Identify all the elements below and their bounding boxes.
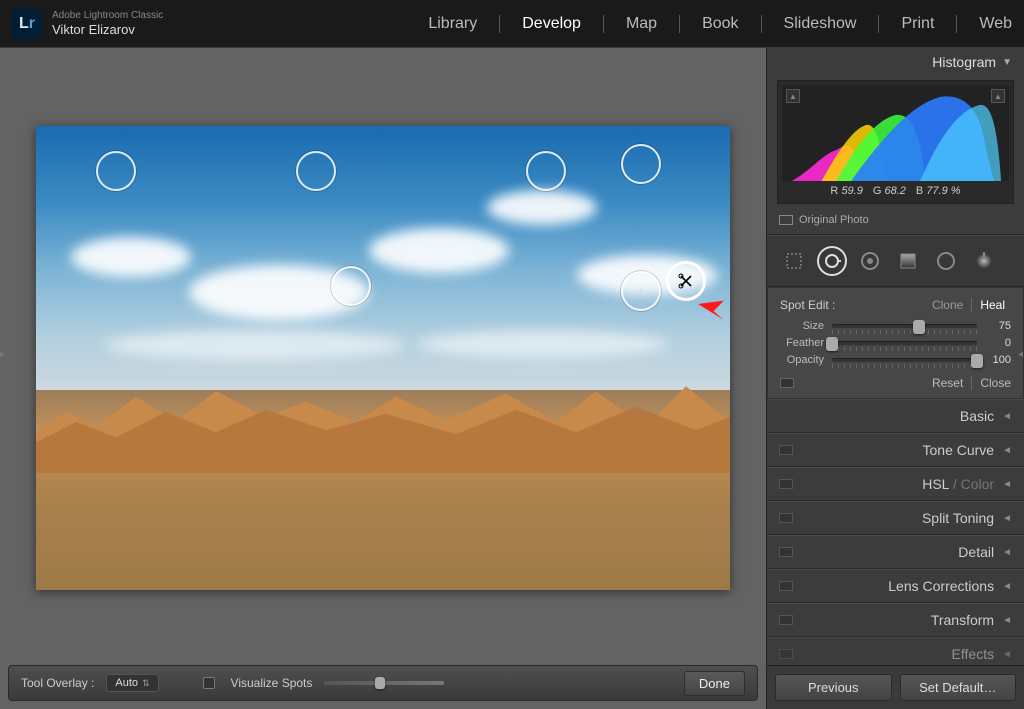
spot-removal-tool[interactable] (817, 246, 847, 276)
shadow-clipping-toggle[interactable]: ▲ (786, 89, 800, 103)
histogram-canvas[interactable]: ▲ ▲ (782, 85, 1009, 181)
section-basic[interactable]: Basic◄ (767, 399, 1024, 433)
opacity-value[interactable]: 100 (985, 354, 1011, 366)
module-map[interactable]: Map (626, 15, 657, 33)
user-name: Viktor Elizarov (52, 22, 163, 38)
visualize-spots-checkbox[interactable] (203, 677, 215, 689)
spot-panel-switch[interactable] (780, 378, 794, 388)
visualize-spots-label: Visualize Spots (231, 676, 313, 690)
size-value[interactable]: 75 (985, 320, 1011, 332)
tool-overlay-select[interactable]: Auto (106, 674, 158, 692)
section-hsl-color[interactable]: HSL / Color◄ (767, 467, 1024, 501)
previous-button[interactable]: Previous (775, 674, 892, 701)
module-web[interactable]: Web (979, 15, 1012, 33)
tone-curve-switch[interactable] (779, 445, 793, 455)
rgb-readout: R 59.9 G 68.2 B 77.9 % (782, 181, 1009, 199)
heal-spot-marker[interactable] (296, 151, 336, 191)
module-picker: Library Develop Map Book Slideshow Print… (428, 15, 1012, 33)
heal-spot-marker[interactable] (526, 151, 566, 191)
module-book[interactable]: Book (702, 15, 738, 33)
module-library[interactable]: Library (428, 15, 477, 33)
heal-source-marker[interactable] (621, 271, 661, 311)
effects-switch[interactable] (779, 649, 793, 659)
highlight-clipping-toggle[interactable]: ▲ (991, 89, 1005, 103)
spot-edit-title: Spot Edit : (780, 298, 835, 312)
module-slideshow[interactable]: Slideshow (784, 15, 857, 33)
image-viewport: Tool Overlay : Auto Visualize Spots Done (0, 48, 766, 709)
app-logo: Lr (12, 9, 42, 39)
visualize-threshold-slider[interactable] (324, 681, 444, 685)
histogram-header[interactable]: Histogram ▼ (767, 48, 1024, 76)
transform-switch[interactable] (779, 615, 793, 625)
right-footer: Previous Set Default… (767, 665, 1024, 709)
section-effects[interactable]: Effects◄ (767, 637, 1024, 665)
lens-switch[interactable] (779, 581, 793, 591)
photo-canvas[interactable] (36, 126, 730, 590)
size-slider[interactable] (832, 324, 977, 328)
right-panel-toggle[interactable]: ◂ (1018, 335, 1024, 375)
hsl-switch[interactable] (779, 479, 793, 489)
feather-slider[interactable] (832, 341, 977, 345)
collapse-icon: ▼ (1002, 57, 1012, 68)
loupe-toolbar: Tool Overlay : Auto Visualize Spots Done (8, 665, 758, 701)
section-transform[interactable]: Transform◄ (767, 603, 1024, 637)
image-area[interactable] (8, 56, 758, 659)
mode-clone[interactable]: Clone (926, 298, 969, 312)
heal-active-spot[interactable] (666, 261, 706, 301)
identity-block[interactable]: Adobe Lightroom Classic Viktor Elizarov (52, 10, 163, 38)
set-default-button[interactable]: Set Default… (900, 674, 1017, 701)
spot-close[interactable]: Close (980, 376, 1011, 390)
detail-switch[interactable] (779, 547, 793, 557)
opacity-label: Opacity (780, 354, 824, 366)
heal-spot-marker[interactable] (96, 151, 136, 191)
spot-reset[interactable]: Reset (932, 376, 963, 390)
scissors-icon (678, 273, 694, 289)
module-develop[interactable]: Develop (522, 15, 581, 33)
original-photo-toggle[interactable]: Original Photo (767, 210, 1024, 235)
redeye-tool[interactable] (855, 246, 885, 276)
adjustment-brush-tool[interactable] (969, 246, 999, 276)
section-tone-curve[interactable]: Tone Curve◄ (767, 433, 1024, 467)
gradient-tool[interactable] (893, 246, 923, 276)
crop-tool[interactable] (779, 246, 809, 276)
section-lens-corrections[interactable]: Lens Corrections◄ (767, 569, 1024, 603)
original-photo-icon (779, 215, 793, 225)
right-panel: Histogram ▼ ▲ ▲ (766, 48, 1024, 709)
tool-overlay-label: Tool Overlay : (21, 676, 94, 690)
mode-heal[interactable]: Heal (974, 298, 1011, 312)
heal-spot-marker[interactable] (621, 144, 661, 184)
split-toning-switch[interactable] (779, 513, 793, 523)
module-print[interactable]: Print (901, 15, 934, 33)
done-button[interactable]: Done (684, 671, 745, 696)
left-panel-toggle[interactable]: ▸ (0, 335, 6, 375)
feather-value[interactable]: 0 (985, 337, 1011, 349)
radial-tool[interactable] (931, 246, 961, 276)
spot-edit-panel: Spot Edit : Clone Heal Size 75 Feather (767, 287, 1024, 399)
size-label: Size (780, 320, 824, 332)
feather-label: Feather (780, 337, 824, 349)
section-detail[interactable]: Detail◄ (767, 535, 1024, 569)
histogram-panel: ▲ ▲ R 59.9 G 68.2 B 77.9 % (777, 80, 1014, 204)
heal-spot-marker[interactable] (331, 266, 371, 306)
local-adjustment-toolstrip (767, 235, 1024, 287)
product-name: Adobe Lightroom Classic (52, 10, 163, 22)
section-split-toning[interactable]: Split Toning◄ (767, 501, 1024, 535)
opacity-slider[interactable] (832, 358, 977, 362)
top-bar: Lr Adobe Lightroom Classic Viktor Elizar… (0, 0, 1024, 48)
